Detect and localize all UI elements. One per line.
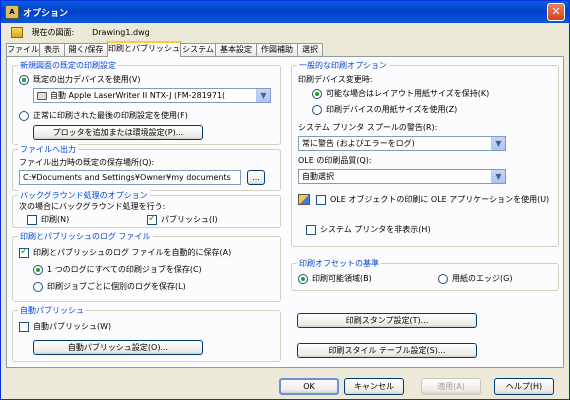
current-drawing-row: 現在の図面: Drawing1.dwg: [11, 27, 150, 41]
tab-system[interactable]: システム: [180, 43, 216, 56]
add-configure-plotters-button[interactable]: プロッタを追加または環境設定(P)...: [33, 125, 203, 140]
paper-edge-option[interactable]: 用紙のエッジ(G): [438, 273, 512, 284]
background-publish-checkbox[interactable]: パブリッシュ(I): [147, 213, 218, 225]
checkbox[interactable]: [316, 194, 326, 205]
group-title: ファイルへ出力: [18, 144, 78, 155]
ole-quality-label: OLE の印刷品質(Q):: [298, 156, 372, 165]
auto-publish-settings-button[interactable]: 自動パブリッシュ設定(O)...: [33, 340, 203, 355]
radio-button[interactable]: [19, 74, 29, 85]
drawing-file-icon: [11, 27, 23, 38]
auto-save-log-checkbox[interactable]: 印刷とパブリッシュのログ ファイルを自動的に保存(A): [19, 246, 231, 258]
ole-quality-select[interactable]: 自動選択 ▼: [298, 169, 506, 184]
chevron-down-icon[interactable]: ▼: [256, 89, 270, 102]
checkbox[interactable]: [147, 213, 157, 225]
new-drawing-defaults-group: 新規図面の既定の印刷設定 既定の出力デバイスを使用(V) 自動 Apple La…: [12, 60, 281, 145]
chevron-down-icon[interactable]: ▼: [491, 137, 505, 150]
plot-offset-group: 印刷オフセットの基準 印刷可能領域(B) 用紙のエッジ(G): [291, 258, 559, 291]
device-change-label: 印刷デバイス変更時:: [298, 75, 373, 84]
general-plot-options-group: 一般的な印刷オプション 印刷デバイス変更時: 可能な場合はレイアウト用紙サイズを…: [291, 60, 559, 247]
plot-style-table-settings-button[interactable]: 印刷スタイル テーブル設定(S)...: [297, 343, 477, 358]
close-button[interactable]: ✕: [547, 3, 565, 21]
auto-publish-group: 自動パブリッシュ 自動パブリッシュ(W) 自動パブリッシュ設定(O)...: [12, 305, 281, 362]
dialog-title: オプション: [23, 9, 69, 19]
continuous-log-option[interactable]: 1 つのログにすべての印刷ジョブを保存(C): [33, 264, 202, 275]
printable-area-option[interactable]: 印刷可能領域(B): [298, 273, 372, 284]
hide-system-printers-checkbox[interactable]: システム プリンタを非表示(H): [306, 224, 431, 235]
tab-selection[interactable]: 選択: [297, 43, 323, 56]
plot-stamp-settings-button[interactable]: 印刷スタンプ設定(T)...: [297, 313, 477, 328]
background-plot-checkbox[interactable]: 印刷(N): [27, 214, 69, 225]
print-to-file-label: ファイル出力時の既定の保存場所(Q):: [19, 158, 155, 167]
use-device-paper-option[interactable]: 印刷デバイスの用紙サイズを使用(Z): [312, 104, 457, 115]
chevron-down-icon[interactable]: ▼: [491, 170, 505, 183]
ok-button[interactable]: OK: [279, 378, 339, 395]
radio-button[interactable]: [312, 104, 322, 115]
spool-alert-select[interactable]: 常に警告 (およびエラーをログ) ▼: [298, 136, 506, 151]
current-drawing-name: Drawing1.dwg: [92, 28, 150, 37]
group-title: 新規図面の既定の印刷設定: [18, 60, 118, 71]
checkbox[interactable]: [19, 246, 29, 258]
group-title: 印刷とパブリッシュのログ ファイル: [18, 231, 153, 242]
radio-button[interactable]: [298, 273, 308, 284]
background-processing-group: バックグラウンド処理のオプション 次の場合にバックグラウンド処理を行う: 印刷(…: [12, 190, 281, 228]
help-button[interactable]: ヘルプ(H): [494, 378, 554, 395]
printer-icon: [37, 91, 47, 100]
radio-button[interactable]: [438, 273, 448, 284]
plot-publish-log-group: 印刷とパブリッシュのログ ファイル 印刷とパブリッシュのログ ファイルを自動的に…: [12, 231, 281, 302]
keep-layout-paper-option[interactable]: 可能な場合はレイアウト用紙サイズを保持(K): [312, 88, 489, 99]
apply-button[interactable]: 適用(A): [421, 378, 481, 395]
group-title: 印刷オフセットの基準: [297, 258, 381, 269]
tab-display[interactable]: 表示: [39, 43, 65, 56]
radio-button[interactable]: [19, 110, 29, 121]
tab-files[interactable]: ファイル: [6, 43, 40, 56]
autocad-app-icon: A: [5, 5, 19, 19]
radio-button[interactable]: [312, 88, 322, 99]
group-title: 一般的な印刷オプション: [297, 60, 389, 71]
plot-publish-panel: 新規図面の既定の印刷設定 既定の出力デバイスを使用(V) 自動 Apple La…: [6, 56, 564, 368]
use-last-settings-option[interactable]: 正常に印刷された最後の印刷設定を使用(F): [19, 110, 188, 121]
group-title: 自動パブリッシュ: [18, 305, 86, 316]
checkbox[interactable]: [19, 321, 29, 332]
background-processing-label: 次の場合にバックグラウンド処理を行う:: [19, 202, 166, 211]
title-bar[interactable]: A オプション ✕: [1, 1, 569, 23]
ole-app-checkbox[interactable]: OLE オブジェクトの印刷に OLE アプリケーションを使用(U): [298, 194, 549, 205]
use-default-device-option[interactable]: 既定の出力デバイスを使用(V): [19, 74, 140, 85]
cancel-button[interactable]: キャンセル: [344, 378, 404, 395]
per-job-log-option[interactable]: 印刷ジョブごとに個別のログを保存(L): [33, 281, 186, 292]
default-device-select[interactable]: 自動 Apple LaserWriter II NTX-J (FM-281971…: [33, 88, 271, 103]
options-dialog: A オプション ✕ 現在の図面: Drawing1.dwg ファイル 表示 開く…: [0, 0, 570, 400]
spool-alert-label: システム プリンタ スプールの警告(R):: [298, 123, 438, 132]
tab-drafting[interactable]: 作図補助: [256, 43, 298, 56]
browse-button[interactable]: ...: [247, 170, 265, 185]
radio-button[interactable]: [33, 281, 43, 292]
print-to-file-group: ファイルへ出力 ファイル出力時の既定の保存場所(Q): C:¥Documents…: [12, 144, 281, 191]
checkbox[interactable]: [27, 214, 37, 225]
radio-button[interactable]: [33, 264, 43, 275]
tab-open-save[interactable]: 開く/保存: [64, 43, 108, 56]
tab-user-preferences[interactable]: 基本設定: [215, 43, 257, 56]
current-drawing-label: 現在の図面:: [31, 28, 75, 37]
group-title: バックグラウンド処理のオプション: [18, 190, 150, 201]
checkbox[interactable]: [306, 224, 316, 235]
print-to-file-path-input[interactable]: C:¥Documents and Settings¥Owner¥my docum…: [19, 170, 241, 185]
ole-icon: [298, 194, 310, 205]
tab-plot-publish[interactable]: 印刷とパブリッシュ: [107, 41, 181, 57]
auto-publish-checkbox[interactable]: 自動パブリッシュ(W): [19, 321, 111, 332]
